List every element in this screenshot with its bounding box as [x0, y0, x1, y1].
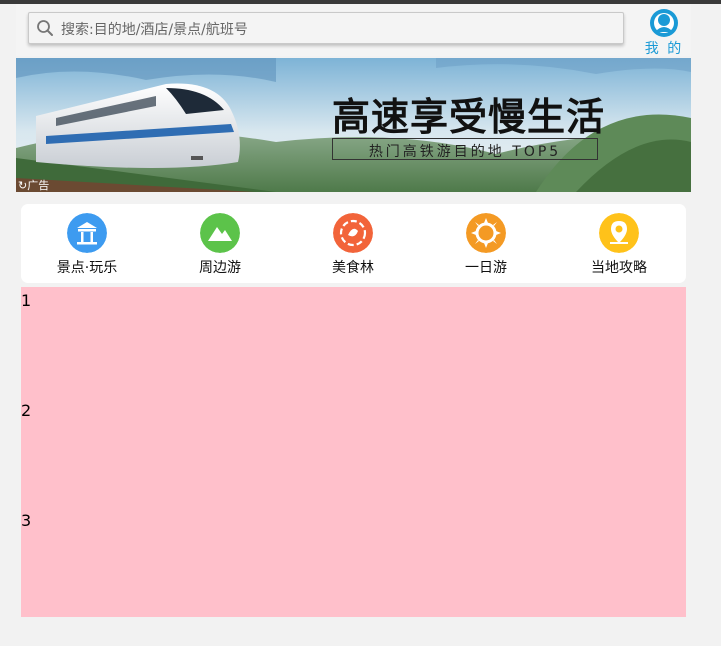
banner-title: 高速享受慢生活 [332, 94, 606, 139]
content-area: 1 2 3 [21, 287, 686, 617]
banner-subtitle-frame: 热门高铁游目的地 TOP5 [332, 138, 598, 160]
promo-banner[interactable]: 高速享受慢生活 热门高铁游目的地 TOP5 ↻广告 [16, 58, 691, 192]
user-icon [650, 9, 678, 37]
nav-label: 美食林 [332, 260, 374, 276]
banner-subtitle: 热门高铁游目的地 TOP5 [368, 144, 562, 160]
nav-item-day-trip[interactable]: 一日游 [426, 213, 546, 277]
search-input[interactable]: 搜索:目的地/酒店/景点/航班号 [28, 12, 624, 44]
nav-item-food[interactable]: 美食林 [293, 213, 413, 277]
nav-item-nearby-trips[interactable]: 周边游 [160, 213, 280, 277]
nav-label: 周边游 [199, 260, 241, 276]
nav-label: 景点·玩乐 [56, 260, 118, 276]
my-account-label: 我 的 [644, 41, 684, 57]
header-bar: 搜索:目的地/酒店/景点/航班号 我 的 [16, 4, 691, 57]
nav-item-attractions[interactable]: 景点·玩乐 [27, 213, 147, 277]
food-icon [333, 213, 373, 253]
search-icon [37, 20, 53, 36]
pavilion-icon [67, 213, 107, 253]
nav-label: 一日游 [465, 260, 507, 276]
search-placeholder: 搜索:目的地/酒店/景点/航班号 [61, 22, 248, 38]
nav-label: 当地攻略 [591, 260, 647, 276]
nav-item-local-guide[interactable]: 当地攻略 [559, 213, 679, 277]
ad-label-text: 广告 [27, 179, 50, 192]
content-row-label: 2 [21, 401, 32, 420]
my-account-button[interactable]: 我 的 [644, 8, 684, 57]
map-pin-icon [599, 213, 639, 253]
ad-label: ↻广告 [18, 179, 50, 192]
mountain-icon [200, 213, 240, 253]
content-row-label: 3 [21, 511, 32, 530]
sun-icon [466, 213, 506, 253]
content-row-label: 1 [21, 291, 32, 310]
category-nav: 景点·玩乐 周边游 美食林 一日游 当地攻略 [21, 204, 686, 283]
